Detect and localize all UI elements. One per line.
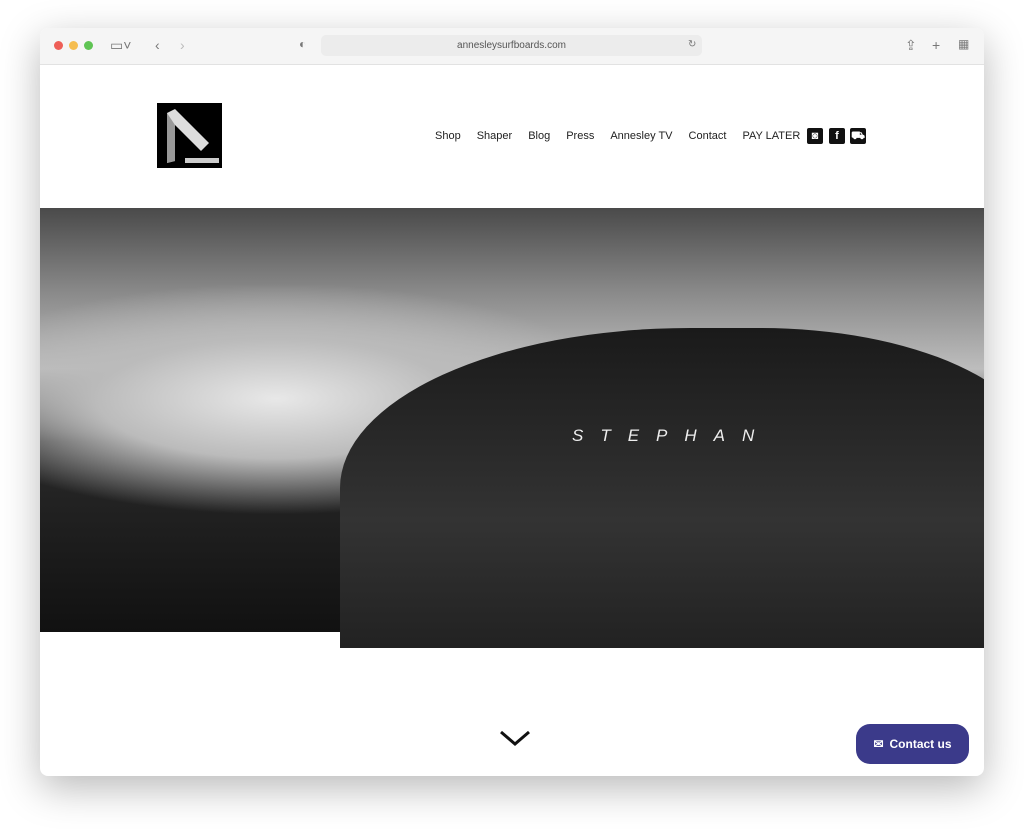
wave-shape: [340, 328, 984, 648]
minimize-window-button[interactable]: [69, 41, 78, 50]
instagram-icon[interactable]: ◙: [807, 128, 823, 144]
nav-pay-later[interactable]: PAY LATER: [742, 130, 800, 142]
site-header: Shop Shaper Blog Press Annesley TV Conta…: [40, 65, 984, 208]
reload-icon[interactable]: ↻: [688, 39, 696, 50]
nav-contact[interactable]: Contact: [689, 130, 727, 142]
nav-blog[interactable]: Blog: [528, 130, 550, 142]
nav-press[interactable]: Press: [566, 130, 594, 142]
browser-window: ▭˅ ‹ › ◐ annesleysurfboards.com ↻ ⇪ + ▦ …: [40, 28, 984, 776]
tab-overview-icon[interactable]: ▦: [958, 37, 969, 51]
nav-annesley-tv[interactable]: Annesley TV: [610, 130, 672, 142]
new-tab-icon[interactable]: +: [932, 37, 940, 53]
hero-image: STEPHAN: [40, 208, 984, 648]
close-window-button[interactable]: [54, 41, 63, 50]
forward-icon[interactable]: ›: [180, 37, 185, 53]
back-icon[interactable]: ‹: [155, 37, 160, 53]
maximize-window-button[interactable]: [84, 41, 93, 50]
browser-toolbar: ▭˅ ‹ › ◐ annesleysurfboards.com ↻ ⇪ + ▦: [40, 28, 984, 65]
nav-shaper[interactable]: Shaper: [477, 130, 512, 142]
site-logo[interactable]: [157, 103, 222, 168]
main-nav: Shop Shaper Blog Press Annesley TV Conta…: [435, 130, 800, 142]
share-icon[interactable]: ⇪: [905, 37, 917, 54]
address-bar[interactable]: annesleysurfboards.com: [321, 35, 702, 56]
shield-icon[interactable]: ◐: [299, 37, 306, 51]
mail-icon: ✉: [873, 737, 884, 751]
facebook-icon[interactable]: f: [829, 128, 845, 144]
scroll-down-chevron-icon[interactable]: [498, 728, 532, 748]
nav-shop[interactable]: Shop: [435, 130, 461, 142]
contact-us-button[interactable]: ✉ Contact us: [856, 724, 969, 764]
cart-icon[interactable]: ⛟: [850, 128, 866, 144]
contact-us-label: Contact us: [889, 737, 952, 751]
sidebar-icon[interactable]: ▭˅: [110, 37, 131, 54]
hero-title: STEPHAN: [572, 426, 772, 445]
